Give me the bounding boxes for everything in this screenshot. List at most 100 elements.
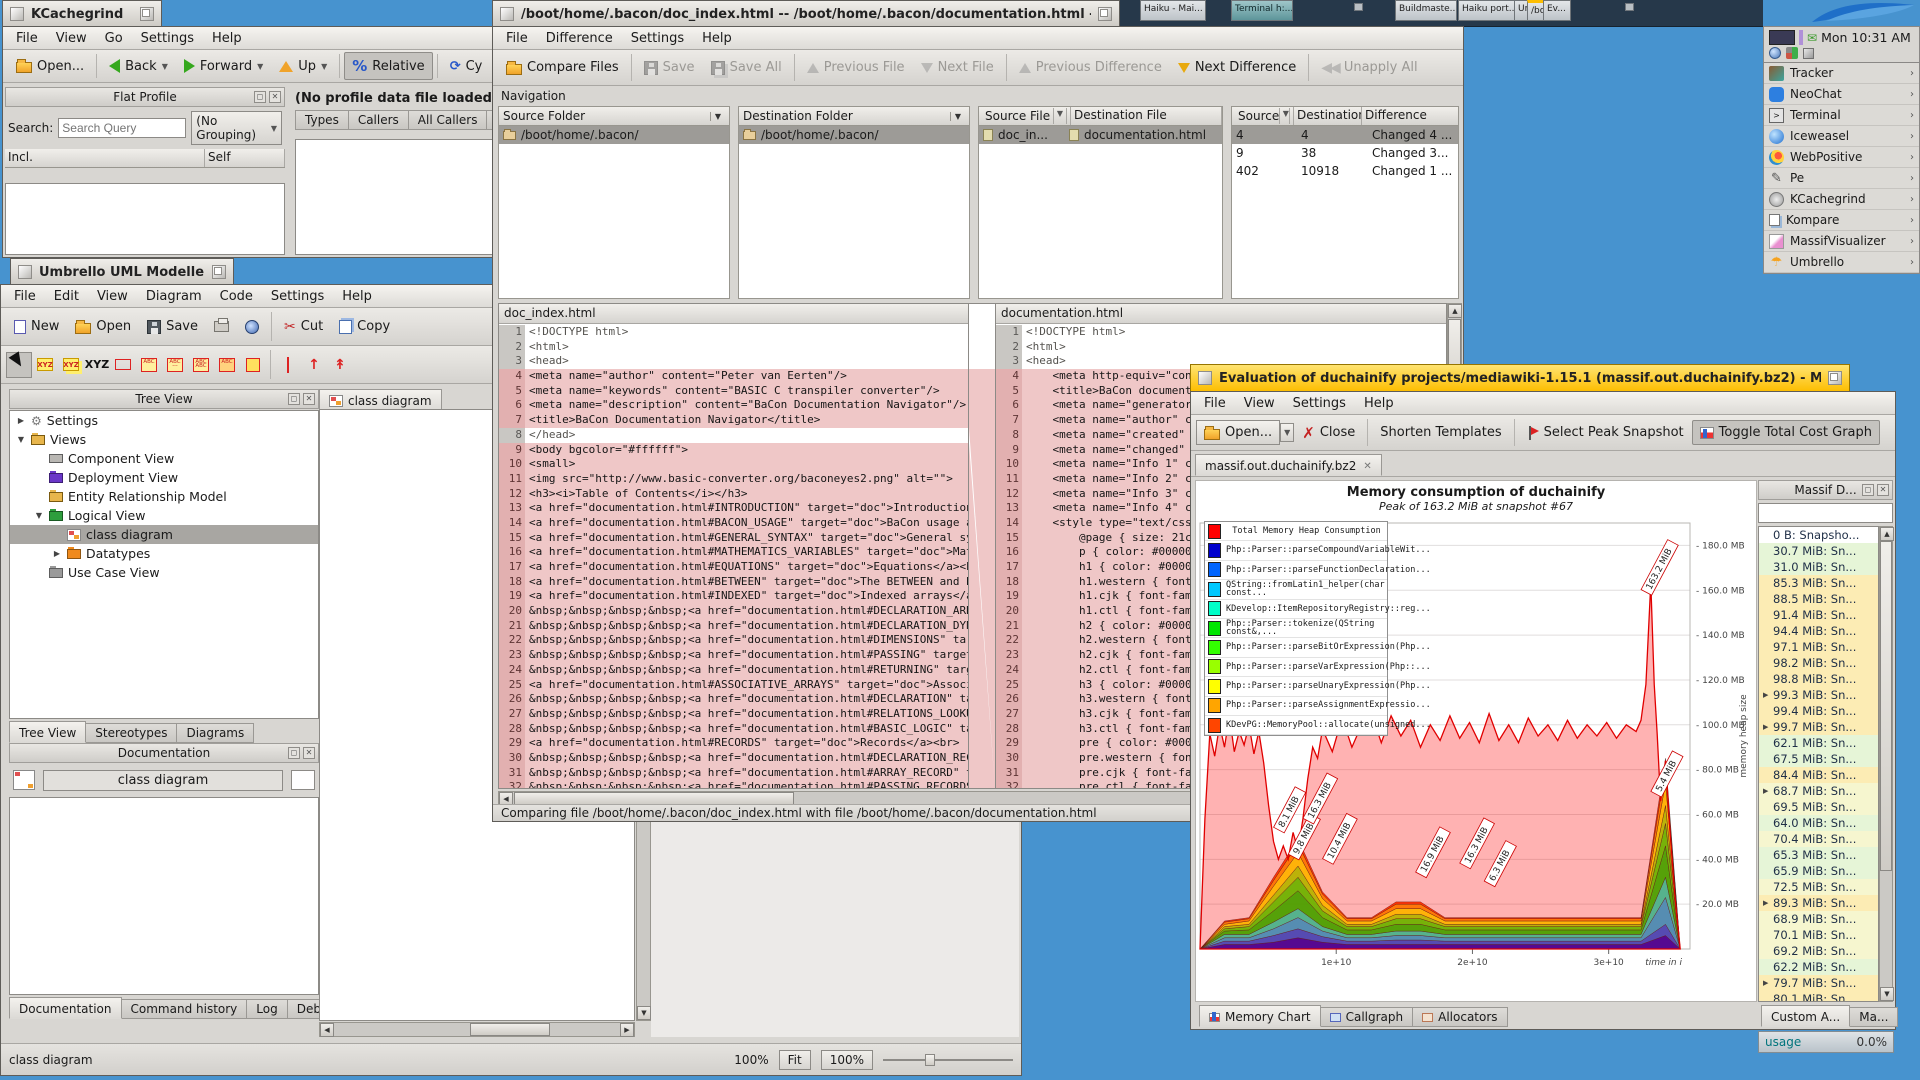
select-tool[interactable]	[6, 352, 32, 378]
mail-icon[interactable]: ✉	[1807, 31, 1817, 45]
snapshot-item[interactable]: 84.4 MiB: Sn...	[1759, 767, 1878, 783]
chevron-down-icon[interactable]: ▼	[257, 62, 263, 71]
deskbar-item-terminal[interactable]: >Terminal›	[1764, 105, 1919, 126]
legend-entry[interactable]: KDevelop::ItemRepositoryRegistry::reg...	[1205, 600, 1387, 619]
snapshot-item[interactable]: 30.7 MiB: Sn...	[1759, 543, 1878, 559]
previous-file-button[interactable]: Previous File	[799, 55, 913, 80]
legend-entry[interactable]: QString::fromLatin1_helper(char const...	[1205, 580, 1387, 599]
menu-settings[interactable]: Settings	[1284, 394, 1355, 413]
snapshot-item[interactable]: 65.3 MiB: Sn...	[1759, 847, 1878, 863]
menu-help[interactable]: Help	[1355, 394, 1403, 413]
menu-help[interactable]: Help	[203, 29, 251, 48]
background-window-tab[interactable]: Haiku port...	[1458, 0, 1516, 21]
close-icon[interactable]	[18, 265, 32, 279]
expander-icon[interactable]: ▶	[1763, 899, 1773, 907]
menu-file[interactable]: File	[497, 29, 537, 48]
snapshot-item[interactable]: 70.4 MiB: Sn...	[1759, 831, 1878, 847]
snapshot-item[interactable]: 65.9 MiB: Sn...	[1759, 863, 1878, 879]
save-button[interactable]: Save	[636, 55, 703, 80]
snapshot-item[interactable]: 31.0 MiB: Sn...	[1759, 559, 1878, 575]
kcachegrind-title-tab[interactable]: KCachegrind	[2, 0, 162, 27]
fit-button[interactable]: Fit	[779, 1050, 811, 1070]
deskbar-item-umbrello[interactable]: ☂Umbrello›	[1764, 252, 1919, 273]
documentation-field[interactable]: class diagram	[43, 770, 283, 791]
legend-entry[interactable]: Php::Parser::parseCompoundVariableWit...	[1205, 541, 1387, 560]
tab-diagrams[interactable]: Diagrams	[177, 723, 254, 743]
tree-item-datatypes[interactable]: ▶Datatypes	[10, 544, 318, 563]
snapshot-item[interactable]: 72.5 MiB: Sn...	[1759, 879, 1878, 895]
menu-code[interactable]: Code	[211, 287, 262, 306]
open-button[interactable]: Open	[67, 314, 139, 339]
expander-icon[interactable]: ▶	[16, 416, 26, 425]
zoom-icon[interactable]	[140, 7, 154, 21]
tab-callgraph[interactable]: Callgraph	[1321, 1007, 1414, 1027]
open-button[interactable]: Open...	[1196, 420, 1280, 445]
snapshot-item[interactable]: 91.4 MiB: Sn...	[1759, 607, 1878, 623]
menu-diagram[interactable]: Diagram	[137, 287, 211, 306]
document-tab[interactable]: massif.out.duchainify.bz2✕	[1195, 454, 1382, 476]
snapshot-item[interactable]: 88.5 MiB: Sn...	[1759, 591, 1878, 607]
tab-stereotypes[interactable]: Stereotypes	[86, 723, 177, 743]
menu-go[interactable]: Go	[96, 29, 132, 48]
chevron-down-icon[interactable]: ▼	[162, 62, 168, 71]
deskbar-item-massifvisualizer[interactable]: MassifVisualizer›	[1764, 231, 1919, 252]
snapshot-filter-input[interactable]	[1758, 503, 1893, 523]
snapshot-scrollbar[interactable]: ▲ ▼	[1879, 526, 1893, 1002]
tab-log[interactable]: Log	[247, 999, 287, 1019]
toggle-total-cost-graph-button[interactable]: Toggle Total Cost Graph	[1692, 420, 1880, 445]
snapshot-item[interactable]: 80.1 MiB: Sn...	[1759, 991, 1878, 1002]
snapshot-item[interactable]: 62.2 MiB: Sn...	[1759, 959, 1878, 975]
destination-folder-dropdown[interactable]: Destination Folder▼	[739, 107, 969, 126]
snapshot-item[interactable]: 69.5 MiB: Sn...	[1759, 799, 1878, 815]
print-preview-button[interactable]	[237, 315, 267, 339]
deskbar-leaf[interactable]	[1763, 0, 1920, 26]
zoom-value-button[interactable]: 100%	[821, 1050, 873, 1070]
files-columns[interactable]: Source File▼Destination File	[979, 107, 1222, 126]
snapshot-item[interactable]: 99.4 MiB: Sn...	[1759, 703, 1878, 719]
close-icon[interactable]	[500, 7, 514, 21]
workspace-switcher[interactable]	[1769, 30, 1795, 45]
background-window-button[interactable]	[1354, 3, 1363, 11]
back-button[interactable]: Back▼	[101, 54, 176, 79]
tab-types[interactable]: Types	[295, 110, 349, 130]
snapshot-item[interactable]: ▶99.3 MiB: Sn...	[1759, 687, 1878, 703]
class-tool[interactable]: ABC	[136, 352, 162, 378]
source-folder-dropdown[interactable]: Source Folder▼	[499, 107, 729, 126]
deskbar-item-pe[interactable]: ✎Pe›	[1764, 168, 1919, 189]
composition-tool[interactable]: ↟	[327, 352, 353, 378]
snapshot-item[interactable]: 64.0 MiB: Sn...	[1759, 815, 1878, 831]
copy-button[interactable]: Copy	[331, 314, 398, 339]
close-icon[interactable]: ✕	[1877, 484, 1889, 496]
close-button[interactable]: ✗Close	[1294, 419, 1363, 447]
close-icon[interactable]: ✕	[303, 393, 315, 405]
snapshot-item[interactable]: 67.5 MiB: Sn...	[1759, 751, 1878, 767]
tree-item-entity-relationship-model[interactable]: Entity Relationship Model	[10, 487, 318, 506]
menu-file[interactable]: File	[1195, 394, 1235, 413]
interface-tool[interactable]: ABC––	[162, 352, 188, 378]
float-icon[interactable]: ◻	[254, 91, 266, 103]
tree-item-deployment-view[interactable]: Deployment View	[10, 468, 318, 487]
tab-tree-view[interactable]: Tree View	[9, 721, 86, 743]
note-tool[interactable]: XYZ	[32, 352, 58, 378]
close-tab-icon[interactable]: ✕	[1363, 461, 1371, 472]
canvas-hscrollbar[interactable]: ◀▶	[319, 1022, 635, 1037]
difference-row[interactable]: 44Changed 4 ...	[1232, 126, 1458, 144]
snapshot-item[interactable]: 85.3 MiB: Sn...	[1759, 575, 1878, 591]
close-icon[interactable]	[10, 7, 24, 21]
flat-profile-columns[interactable]: Incl.Self	[5, 149, 285, 168]
chevron-down-icon[interactable]: ▼	[321, 62, 327, 71]
snapshot-item[interactable]: 94.4 MiB: Sn...	[1759, 623, 1878, 639]
next-file-button[interactable]: Next File	[913, 55, 1002, 80]
deskbar-item-neochat[interactable]: NeoChat›	[1764, 84, 1919, 105]
diagram-tab[interactable]: class diagram	[319, 389, 442, 411]
zoom-icon[interactable]	[1828, 371, 1842, 385]
kompare-title-tab[interactable]: /boot/home/.bacon/doc_index.html -- /boo…	[492, 0, 1120, 27]
background-window-tab[interactable]: Haiku - Mai...	[1140, 0, 1206, 21]
menu-help[interactable]: Help	[693, 29, 741, 48]
forward-button[interactable]: Forward▼	[176, 54, 271, 79]
slider-handle[interactable]	[925, 1054, 935, 1066]
flat-profile-list[interactable]	[5, 183, 285, 255]
close-icon[interactable]	[1198, 371, 1212, 385]
close-icon[interactable]: ✕	[303, 747, 315, 759]
menu-view[interactable]: View	[1235, 394, 1284, 413]
